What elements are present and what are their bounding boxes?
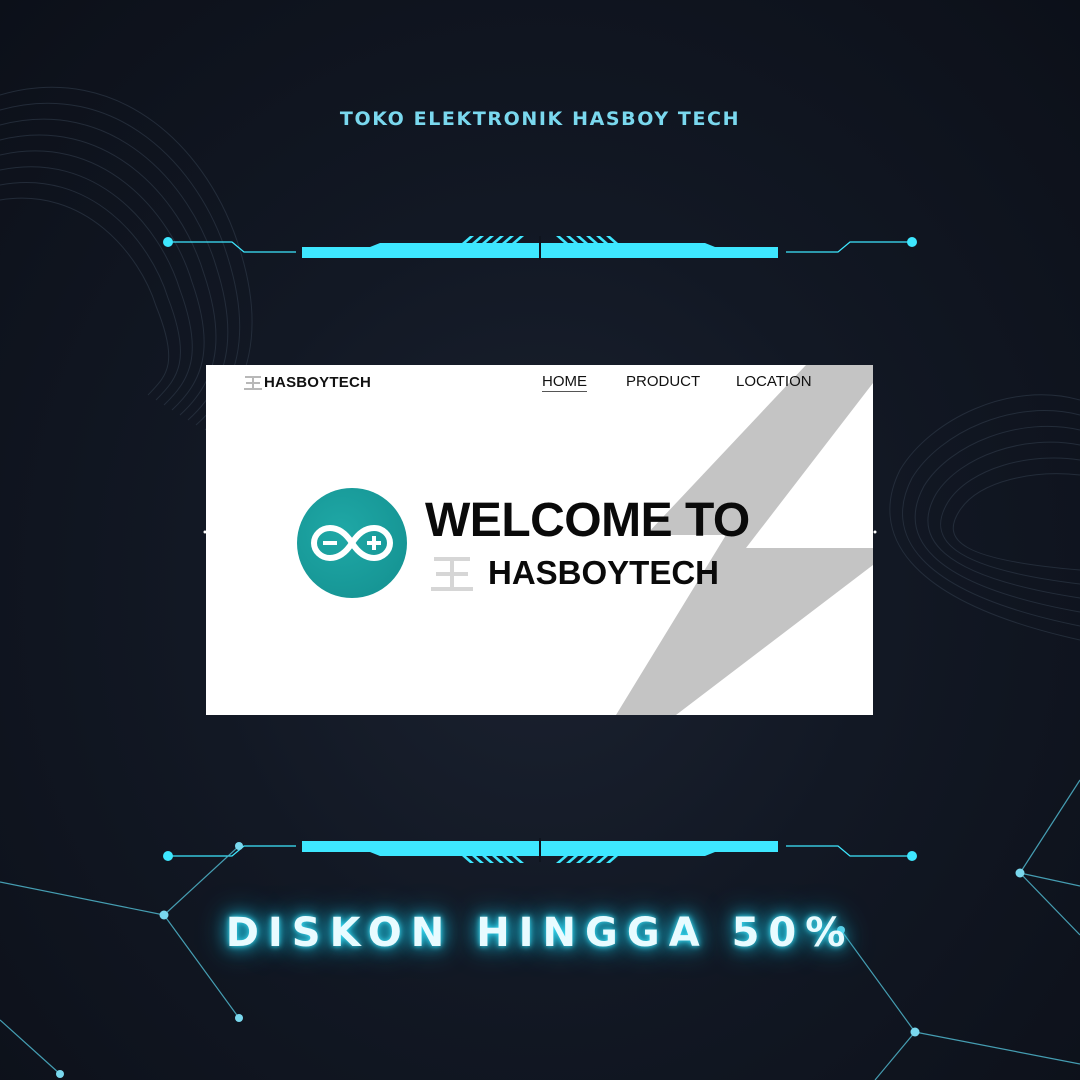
discount-text: DISKON HINGGA 50%	[225, 910, 855, 956]
king-glyph-icon	[244, 375, 262, 390]
site-logo[interactable]: HASBOYTECH	[244, 374, 371, 391]
top-frame	[163, 236, 917, 260]
site-logo-text: HASBOYTECH	[264, 374, 372, 391]
wave-lines-right	[889, 394, 1080, 641]
website-preview: HASBOYTECH HOME PRODUCT LOCATION WELCOME…	[206, 365, 873, 715]
poster: TOKO ELEKTRONIK HASBOY TECH HASBOYTECH H…	[0, 0, 1080, 1080]
arduino-infinity-icon	[297, 488, 407, 598]
network-lines-left	[0, 845, 240, 1075]
king-glyph-icon	[431, 557, 473, 591]
hero-title: WELCOME TO	[425, 494, 750, 547]
hero-brand: HASBOYTECH	[488, 554, 720, 591]
nav-location-link[interactable]: LOCATION	[736, 373, 812, 390]
nav-product-link[interactable]: PRODUCT	[626, 373, 700, 390]
nav-home-link[interactable]: HOME	[542, 373, 587, 392]
shop-title: TOKO ELEKTRONIK HASBOY TECH	[339, 108, 741, 130]
bottom-frame	[163, 838, 917, 863]
